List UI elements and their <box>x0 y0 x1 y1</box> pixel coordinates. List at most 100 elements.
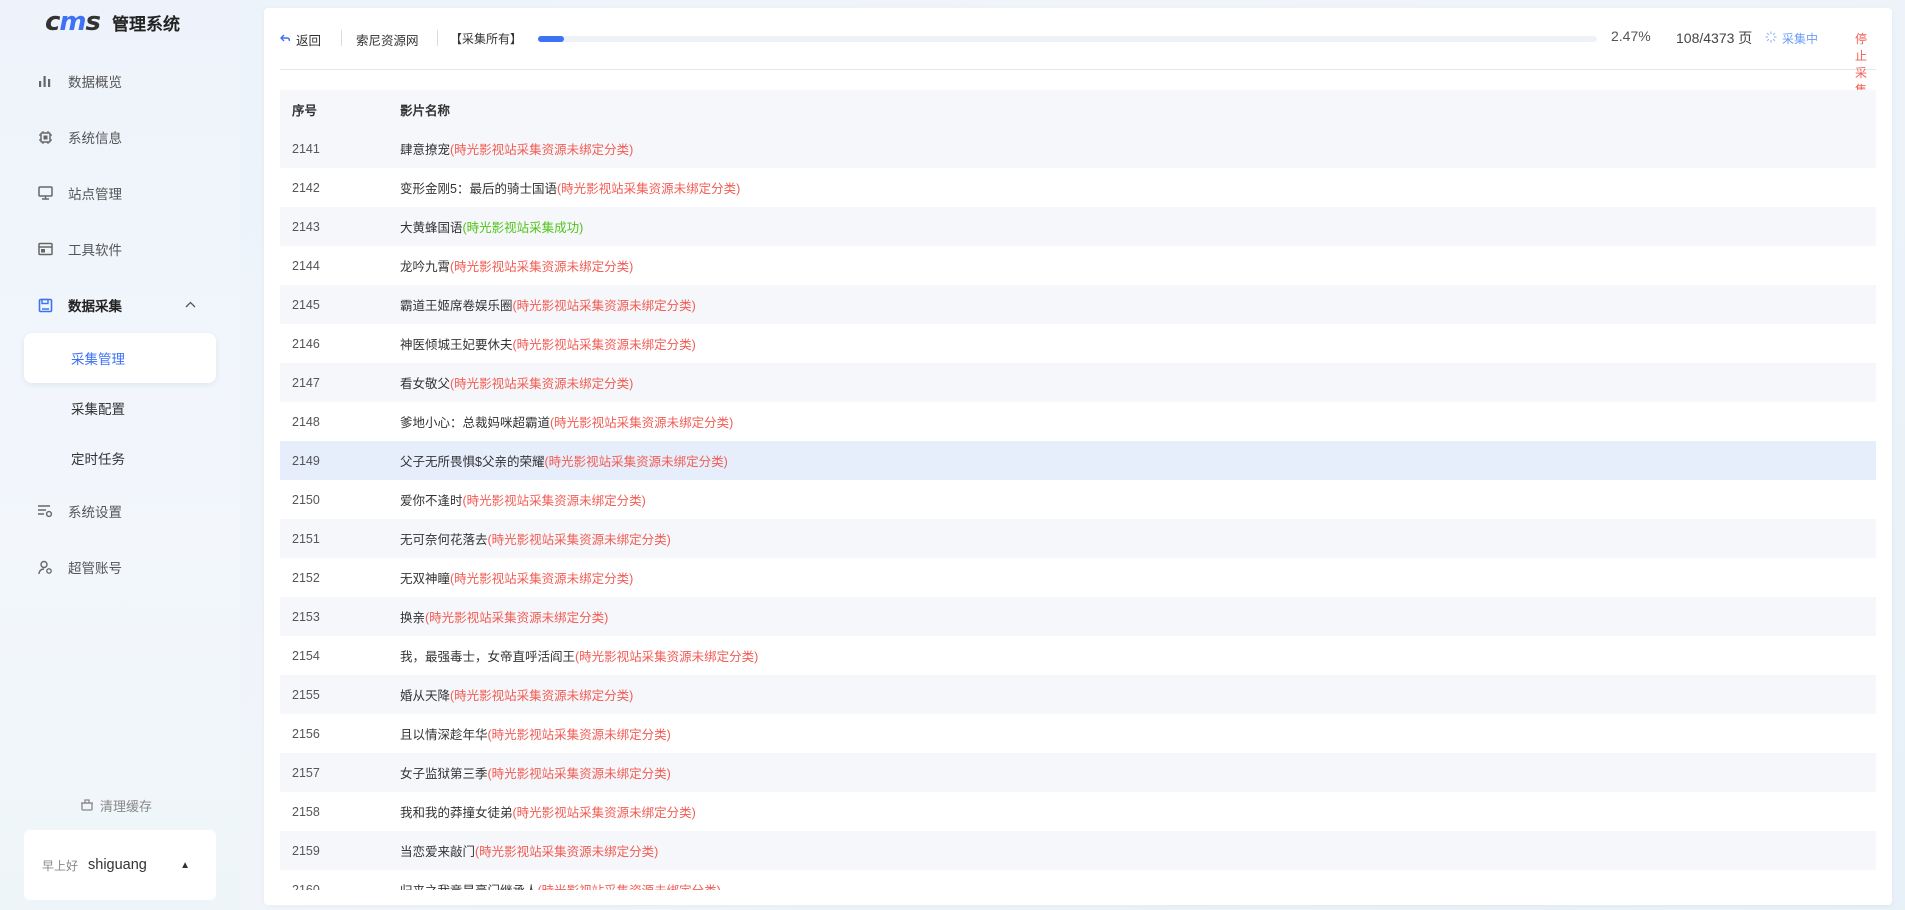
chevron-up-icon <box>185 299 196 311</box>
row-index: 2152 <box>292 570 320 585</box>
table-row[interactable]: 2158 我和我的莽撞女徒弟(時光影视站采集资源未绑定分类) <box>280 792 1876 831</box>
collect-unbound-note: (時光影视站采集资源未绑定分类) <box>450 260 634 274</box>
table-row[interactable]: 2143 大黄蜂国语(時光影视站采集成功) <box>280 207 1876 246</box>
row-title-cell: 我，最强毒士，女帝直呼活阎王(時光影视站采集资源未绑定分类) <box>400 646 1876 665</box>
brand-logo: cms 管理系统 <box>45 6 180 38</box>
table-header: 序号 影片名称 <box>280 90 1876 129</box>
row-title-cell: 当恋爱来敲门(時光影视站采集资源未绑定分类) <box>400 841 1876 860</box>
collect-unbound-note: (時光影视站采集资源未绑定分类) <box>487 533 671 547</box>
table-row[interactable]: 2159 当恋爱来敲门(時光影视站采集资源未绑定分类) <box>280 831 1876 870</box>
collect-unbound-note: (時光影视站采集资源未绑定分类) <box>462 494 646 508</box>
loading-icon <box>1765 31 1777 46</box>
row-title-cell: 爱你不逢时(時光影视站采集资源未绑定分类) <box>400 490 1876 509</box>
submenu-collection-management[interactable]: 采集管理 <box>24 333 216 383</box>
row-index: 2153 <box>292 609 320 624</box>
user-menu[interactable]: 早上好 shiguang ▲ <box>24 830 216 900</box>
stop-collection-button[interactable]: 停止采集 <box>1855 30 1876 98</box>
row-index: 2157 <box>292 765 320 780</box>
row-index: 2142 <box>292 180 320 195</box>
video-title: 归来之我竟是豪门继承人 <box>400 884 538 890</box>
collect-unbound-note: (時光影视站采集资源未绑定分类) <box>475 845 659 859</box>
window-icon <box>36 240 54 258</box>
save-icon <box>36 296 54 314</box>
submenu-label: 采集管理 <box>71 352 125 367</box>
back-button[interactable]: 返回 <box>280 30 321 49</box>
table-row[interactable]: 2149 父子无所畏惧$父亲的荣耀(時光影视站采集资源未绑定分类) <box>280 441 1876 480</box>
greeting: 早上好 <box>42 858 79 873</box>
video-title: 我，最强毒士，女帝直呼活阎王 <box>400 650 576 664</box>
row-title-cell: 女子监狱第三季(時光影视站采集资源未绑定分类) <box>400 763 1876 782</box>
row-index: 2150 <box>292 492 320 507</box>
row-index: 2141 <box>292 141 320 156</box>
sidebar-item-admin-account[interactable]: 超管账号 <box>24 549 216 585</box>
video-title: 父子无所畏惧$父亲的荣耀 <box>400 455 545 469</box>
sidebar-item-site-management[interactable]: 站点管理 <box>24 175 216 211</box>
collect-unbound-note: (時光影视站采集资源未绑定分类) <box>450 689 634 703</box>
table-row[interactable]: 2153 换亲(時光影视站采集资源未绑定分类) <box>280 597 1876 636</box>
divider <box>341 30 342 46</box>
collect-unbound-note: (時光影视站采集资源未绑定分类) <box>550 416 734 430</box>
video-title: 肆意撩宠 <box>400 143 451 157</box>
row-title-cell: 无双神瞳(時光影视站采集资源未绑定分类) <box>400 568 1876 587</box>
row-index: 2159 <box>292 843 320 858</box>
collection-table: 序号 影片名称 2141 肆意撩宠(時光影视站采集资源未绑定分类) 2142 变形金刚… <box>280 90 1876 890</box>
table-row[interactable]: 2154 我，最强毒士，女帝直呼活阎王(時光影视站采集资源未绑定分类) <box>280 636 1876 675</box>
table-row[interactable]: 2146 神医倾城王妃要休夫(時光影视站采集资源未绑定分类) <box>280 324 1876 363</box>
row-index: 2155 <box>292 687 320 702</box>
row-index: 2158 <box>292 804 320 819</box>
sidebar-item-data-collection[interactable]: 数据采集 <box>24 287 216 323</box>
video-title: 换亲 <box>400 611 426 625</box>
sidebar-item-system-settings[interactable]: 系统设置 <box>24 493 216 529</box>
divider <box>437 30 438 46</box>
user-gear-icon <box>36 558 54 576</box>
bar-chart-icon <box>36 72 54 90</box>
row-title-cell: 神医倾城王妃要休夫(時光影视站采集资源未绑定分类) <box>400 334 1876 353</box>
row-title-cell: 龙吟九霄(時光影视站采集资源未绑定分类) <box>400 256 1876 275</box>
table-row[interactable]: 2155 婚从天降(時光影视站采集资源未绑定分类) <box>280 675 1876 714</box>
row-title-cell: 归来之我竟是豪门继承人(時光影视站采集资源未绑定分类) <box>400 880 1876 890</box>
collect-unbound-note: (時光影视站采集资源未绑定分类) <box>538 884 721 890</box>
row-index: 2149 <box>292 453 320 468</box>
submenu-collection-config[interactable]: 采集配置 <box>24 384 216 432</box>
clear-cache-button[interactable]: 清理缓存 <box>80 796 152 815</box>
video-title: 我和我的莽撞女徒弟 <box>400 806 513 820</box>
video-title: 神医倾城王妃要休夫 <box>400 338 513 352</box>
row-title-cell: 无可奈何花落去(時光影视站采集资源未绑定分类) <box>400 529 1876 548</box>
sidebar-item-system-info[interactable]: 系统信息 <box>24 119 216 155</box>
table-row[interactable]: 2157 女子监狱第三季(時光影视站采集资源未绑定分类) <box>280 753 1876 792</box>
collect-unbound-note: (時光影视站采集资源未绑定分类) <box>450 377 634 391</box>
submenu-scheduled-tasks[interactable]: 定时任务 <box>24 434 216 482</box>
video-title: 变形金刚5：最后的骑士国语 <box>400 182 557 196</box>
collect-unbound-note: (時光影视站采集资源未绑定分类) <box>450 572 634 586</box>
sidebar-item-data-overview[interactable]: 数据概览 <box>24 63 216 99</box>
username: shiguang <box>88 857 147 873</box>
table-row[interactable]: 2147 看女敬父(時光影视站采集资源未绑定分类) <box>280 363 1876 402</box>
table-row[interactable]: 2142 变形金刚5：最后的骑士国语(時光影视站采集资源未绑定分类) <box>280 168 1876 207</box>
row-index: 2151 <box>292 531 320 546</box>
video-title: 女子监狱第三季 <box>400 767 488 781</box>
collect-unbound-note: (時光影视站采集资源未绑定分类) <box>556 182 741 196</box>
column-header-index: 序号 <box>292 104 318 118</box>
table-row[interactable]: 2148 爹地小心：总裁妈咪超霸道(時光影视站采集资源未绑定分类) <box>280 402 1876 441</box>
collect-unbound-note: (時光影视站采集资源未绑定分类) <box>450 143 634 157</box>
sidebar-item-tools[interactable]: 工具软件 <box>24 231 216 267</box>
table-row[interactable]: 2160 归来之我竟是豪门继承人(時光影视站采集资源未绑定分类) <box>280 870 1876 891</box>
row-title-cell: 婚从天降(時光影视站采集资源未绑定分类) <box>400 685 1876 704</box>
video-title: 当恋爱来敲门 <box>400 845 476 859</box>
table-row[interactable]: 2152 无双神瞳(時光影视站采集资源未绑定分类) <box>280 558 1876 597</box>
row-title-cell: 换亲(時光影视站采集资源未绑定分类) <box>400 607 1876 626</box>
table-row[interactable]: 2150 爱你不逢时(時光影视站采集资源未绑定分类) <box>280 480 1876 519</box>
sidebar-item-label: 超管账号 <box>68 561 122 576</box>
back-arrow-icon <box>280 34 291 46</box>
caret-up-icon: ▲ <box>180 859 190 871</box>
table-row[interactable]: 2145 霸道王姬席卷娱乐圈(時光影视站采集资源未绑定分类) <box>280 285 1876 324</box>
table-row[interactable]: 2144 龙吟九霄(時光影视站采集资源未绑定分类) <box>280 246 1876 285</box>
table-row[interactable]: 2141 肆意撩宠(時光影视站采集资源未绑定分类) <box>280 129 1876 168</box>
collect-all-label: 【采集所有】 <box>450 32 523 46</box>
column-header-title: 影片名称 <box>400 104 451 118</box>
collect-unbound-note: (時光影视站采集资源未绑定分类) <box>487 728 671 742</box>
table-row[interactable]: 2156 且以情深趁年华(時光影视站采集资源未绑定分类) <box>280 714 1876 753</box>
progress-fill <box>538 36 565 42</box>
collect-unbound-note: (時光影视站采集资源未绑定分类) <box>575 650 759 664</box>
table-row[interactable]: 2151 无可奈何花落去(時光影视站采集资源未绑定分类) <box>280 519 1876 558</box>
